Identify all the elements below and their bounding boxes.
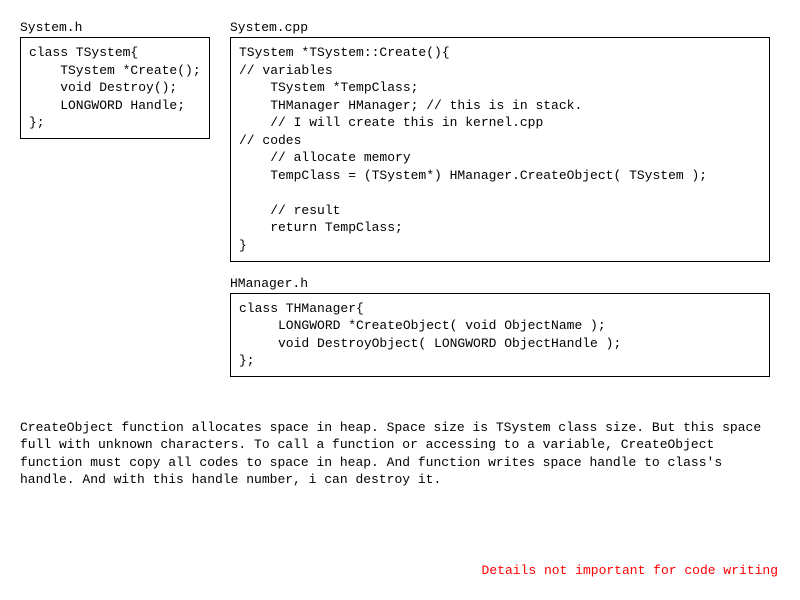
hmanager-h-code: class THManager{ LONGWORD *CreateObject(…: [230, 293, 770, 377]
code-layout: System.h class TSystem{ TSystem *Create(…: [20, 20, 780, 391]
system-h-label: System.h: [20, 20, 210, 35]
right-column: System.cpp TSystem *TSystem::Create(){ /…: [230, 20, 770, 391]
system-h-code: class TSystem{ TSystem *Create(); void D…: [20, 37, 210, 139]
hmanager-h-label: HManager.h: [230, 276, 770, 291]
system-cpp-code: TSystem *TSystem::Create(){ // variables…: [230, 37, 770, 262]
footnote-text: Details not important for code writing: [482, 563, 778, 578]
system-cpp-label: System.cpp: [230, 20, 770, 35]
left-column: System.h class TSystem{ TSystem *Create(…: [20, 20, 210, 391]
explanation-text: CreateObject function allocates space in…: [20, 419, 780, 489]
